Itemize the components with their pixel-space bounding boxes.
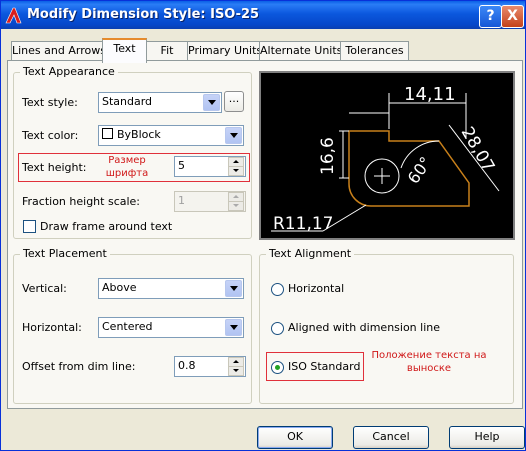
radio-aligned-label: Aligned with dimension line [288,321,441,334]
radio-horizontal-label: Horizontal [288,282,345,295]
tab-alternate-units[interactable]: Alternate Units [259,41,342,61]
chevron-down-icon[interactable] [225,319,242,336]
draw-frame-label: Draw frame around text [40,220,173,233]
ok-button[interactable]: OK [257,426,333,449]
annotation-text-position: Положение текста на выноске [371,350,487,374]
preview-canvas: 14,11 16,6 28,07 60° R11,17 [259,71,515,240]
annotation-font-size: Размер шрифта [105,155,149,179]
preview-radius: R11,17 [273,214,333,234]
title-bar[interactable]: Modify Dimension Style: ISO-25 ? X [1,1,525,29]
vertical-select[interactable]: Above [98,278,244,299]
dialog-window: Modify Dimension Style: ISO-25 ? X Lines… [0,0,526,451]
fraction-height-input: 1 [174,191,246,212]
preview-drawing: 14,11 16,6 28,07 60° R11,17 [271,84,500,234]
text-style-select[interactable]: Standard [98,92,222,113]
spin-down-icon[interactable] [228,366,244,376]
radio-iso-standard[interactable] [271,361,284,374]
chevron-down-icon[interactable] [203,94,220,111]
spin-down-icon [228,201,244,211]
autocad-app-icon [5,7,22,24]
color-swatch-icon [102,128,113,139]
tab-lines-and-arrows[interactable]: Lines and Arrows [11,41,106,61]
tab-tolerances[interactable]: Tolerances [340,41,409,61]
group-title-text-placement: Text Placement [20,247,110,260]
preview-dim-top: 14,11 [404,84,456,105]
group-title-text-alignment: Text Alignment [266,247,355,260]
offset-label: Offset from dim line: [22,360,136,373]
cancel-button[interactable]: Cancel [353,426,429,449]
chevron-down-icon[interactable] [225,280,242,297]
chevron-down-icon[interactable] [225,127,242,144]
radio-iso-standard-label: ISO Standard [288,360,361,373]
help-button[interactable]: Help [449,426,525,449]
text-color-select[interactable]: ByBlock [98,125,244,146]
preview-dim-left: 16,6 [318,137,338,175]
radio-horizontal[interactable] [271,283,284,296]
preview-angle: 60° [404,153,436,187]
text-style-label: Text style: [22,96,78,109]
window-title: Modify Dimension Style: ISO-25 [27,7,260,22]
text-height-input[interactable]: 5 [174,156,246,177]
text-color-label: Text color: [22,129,79,142]
text-height-label: Text height: [22,161,87,174]
tab-fit[interactable]: Fit [145,41,189,61]
draw-frame-checkbox[interactable] [23,220,36,233]
preview-dim-right: 28,07 [457,124,499,176]
tab-text[interactable]: Text [102,38,147,63]
radio-aligned[interactable] [271,322,284,335]
title-help-button[interactable]: ? [479,5,502,28]
offset-input[interactable]: 0.8 [174,356,246,377]
title-close-button[interactable]: X [501,5,524,28]
horizontal-label: Horizontal: [22,321,82,334]
spin-down-icon[interactable] [228,166,244,176]
fraction-height-label: Fraction height scale: [22,195,141,208]
text-style-browse-button[interactable]: ... [224,91,244,112]
horizontal-select[interactable]: Centered [98,317,244,338]
tab-primary-units[interactable]: Primary Units [187,41,262,61]
group-title-text-appearance: Text Appearance [20,65,118,78]
vertical-label: Vertical: [22,282,67,295]
